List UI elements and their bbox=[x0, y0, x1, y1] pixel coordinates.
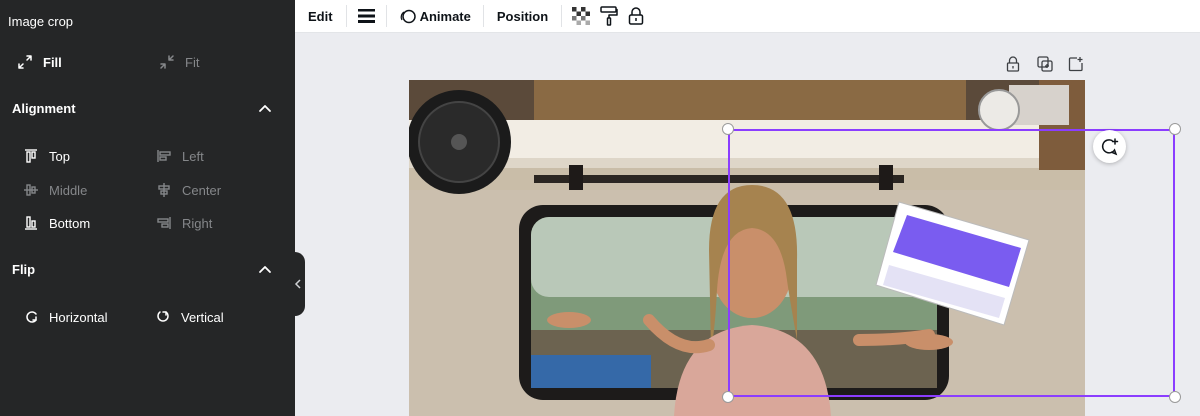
align-center-icon bbox=[155, 181, 173, 199]
resize-handle-bottom-right[interactable] bbox=[1169, 391, 1181, 403]
transparency-icon bbox=[572, 7, 591, 25]
fill-label: Fill bbox=[43, 54, 62, 70]
edit-button[interactable]: Edit bbox=[295, 0, 346, 33]
resize-handle-top-left[interactable] bbox=[722, 123, 734, 135]
animate-icon bbox=[400, 9, 416, 23]
crop-selection-box[interactable] bbox=[728, 129, 1175, 397]
resize-handle-top-right[interactable] bbox=[1169, 123, 1181, 135]
page-tools bbox=[1006, 56, 1099, 74]
position-button[interactable]: Position bbox=[484, 0, 561, 33]
add-page-icon bbox=[1068, 57, 1083, 72]
paint-roller-icon bbox=[600, 6, 618, 26]
chevron-left-icon bbox=[294, 279, 301, 289]
align-left-button[interactable]: Left bbox=[155, 147, 204, 165]
resize-handle-bottom-left[interactable] bbox=[722, 391, 734, 403]
align-top-button[interactable]: Top bbox=[22, 147, 70, 165]
animate-button[interactable]: Animate bbox=[387, 0, 483, 33]
add-comment-button[interactable] bbox=[1093, 130, 1126, 163]
flip-horizontal-label: Horizontal bbox=[49, 309, 108, 325]
image-crop-panel: Image crop Fill Fit Alignment Top Left M… bbox=[0, 0, 295, 416]
alignment-collapse-chevron-icon[interactable] bbox=[257, 100, 273, 116]
duplicate-page-icon bbox=[1037, 56, 1053, 72]
align-top-label: Top bbox=[49, 148, 70, 164]
duplicate-page-button[interactable] bbox=[1037, 56, 1055, 74]
fit-button[interactable]: Fit bbox=[158, 53, 199, 71]
alignment-title: Alignment bbox=[12, 101, 76, 116]
top-toolbar: Edit Animate Position bbox=[295, 0, 1200, 33]
align-top-icon bbox=[22, 147, 40, 165]
fill-button[interactable]: Fill bbox=[16, 53, 62, 71]
align-bottom-label: Bottom bbox=[49, 215, 91, 231]
transparency-button[interactable] bbox=[562, 0, 595, 33]
flip-title: Flip bbox=[12, 262, 36, 277]
flip-horizontal-icon bbox=[22, 308, 40, 326]
align-bottom-icon bbox=[22, 214, 40, 232]
add-comment-icon bbox=[1101, 137, 1118, 155]
expand-arrows-icon bbox=[16, 53, 34, 71]
align-middle-button[interactable]: Middle bbox=[22, 181, 87, 199]
collapse-arrows-icon bbox=[158, 53, 176, 71]
flip-collapse-chevron-icon[interactable] bbox=[257, 261, 273, 277]
panel-title: Image crop bbox=[8, 14, 74, 29]
align-right-button[interactable]: Right bbox=[155, 214, 212, 232]
align-center-button[interactable]: Center bbox=[155, 181, 221, 199]
lock-icon bbox=[628, 7, 644, 25]
align-middle-icon bbox=[22, 181, 40, 199]
copy-style-button[interactable] bbox=[595, 0, 623, 33]
flip-vertical-button[interactable]: Vertical bbox=[154, 308, 224, 326]
add-page-button[interactable] bbox=[1068, 56, 1086, 74]
align-center-label: Center bbox=[182, 182, 222, 198]
panel-collapse-handle[interactable] bbox=[291, 252, 305, 316]
fit-label: Fit bbox=[185, 54, 200, 70]
animate-label: Animate bbox=[419, 8, 471, 24]
border-style-button[interactable] bbox=[347, 0, 386, 33]
border-style-icon bbox=[357, 9, 375, 23]
align-left-icon bbox=[155, 147, 173, 165]
align-bottom-button[interactable]: Bottom bbox=[22, 214, 90, 232]
lock-icon bbox=[1006, 56, 1020, 72]
align-right-icon bbox=[155, 214, 173, 232]
flip-horizontal-button[interactable]: Horizontal bbox=[22, 308, 108, 326]
align-middle-label: Middle bbox=[49, 182, 88, 198]
align-left-label: Left bbox=[182, 148, 204, 164]
flip-vertical-label: Vertical bbox=[181, 309, 224, 325]
lock-page-button[interactable] bbox=[1006, 56, 1024, 74]
flip-vertical-icon bbox=[154, 308, 172, 326]
lock-button[interactable] bbox=[623, 0, 649, 33]
align-right-label: Right bbox=[182, 215, 213, 231]
